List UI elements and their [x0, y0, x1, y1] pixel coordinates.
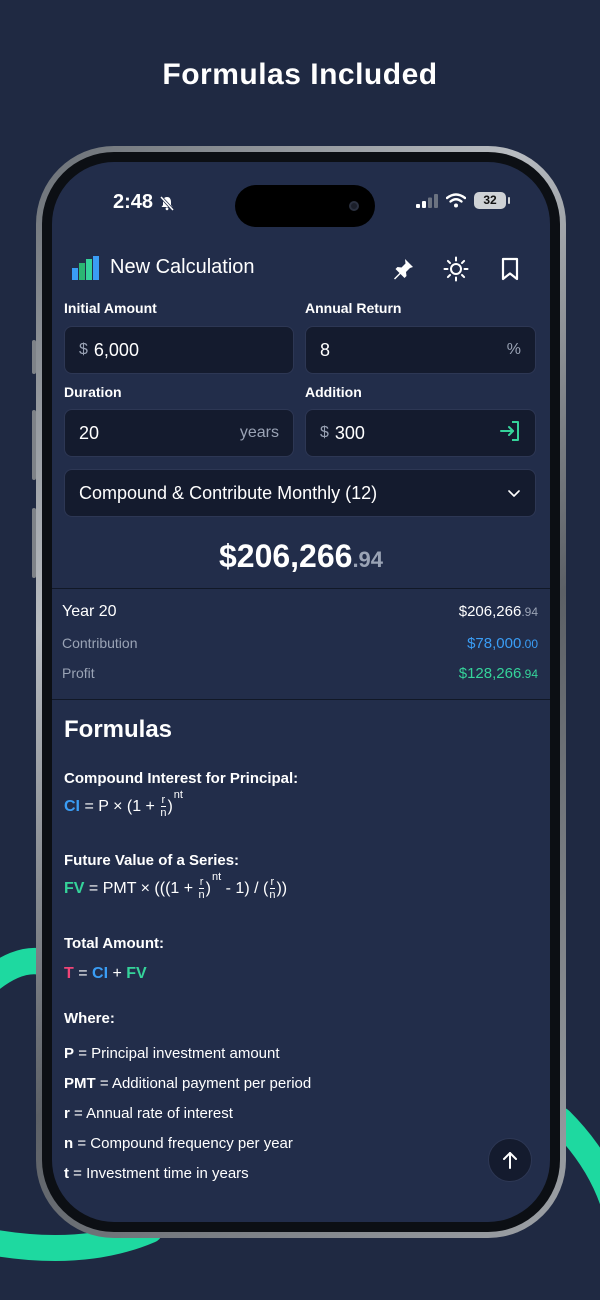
definition-t: t = Investment time in years: [64, 1165, 249, 1182]
definition-p: P = Principal investment amount: [64, 1045, 280, 1062]
year-cents: .94: [521, 605, 538, 619]
scroll-to-top-button[interactable]: [488, 1138, 532, 1182]
annual-return-field[interactable]: 8 %: [305, 326, 536, 374]
fv-title: Future Value of a Series:: [64, 852, 240, 869]
pin-button[interactable]: [388, 254, 418, 284]
bell-slash-icon: [159, 195, 175, 211]
cellular-signal-icon: [416, 193, 438, 208]
add-contribution-button[interactable]: [499, 420, 521, 447]
app-bar: New Calculation: [52, 244, 550, 294]
summary-profit-row: Profit $128,266.94: [62, 665, 538, 682]
ci-title: Compound Interest for Principal:: [64, 770, 299, 787]
total-formula: T = CI + FV: [64, 965, 147, 982]
app-store-screenshot: Formulas Included 2:48 32 New Calculatio…: [0, 0, 600, 1300]
year-value: $206,266: [458, 603, 522, 620]
initial-amount-label: Initial Amount: [64, 300, 157, 316]
definition-r: r = Annual rate of interest: [64, 1105, 233, 1122]
duration-field[interactable]: 20 years: [64, 409, 294, 457]
r-over-n-fraction: rn: [269, 876, 276, 901]
sun-icon: [443, 256, 469, 282]
profit-cents: .94: [521, 667, 538, 681]
contribution-value: $78,000: [467, 635, 522, 652]
r-over-n-fraction: rn: [198, 876, 205, 901]
app-screen: 2:48 32 New Calculation Initial Amount $…: [52, 162, 550, 1222]
pin-icon: [394, 259, 413, 280]
addition-label: Addition: [305, 384, 362, 400]
status-bar: 2:48 32: [52, 162, 550, 228]
app-logo-icon: [72, 256, 99, 280]
initial-amount-value: 6,000: [93, 339, 139, 360]
ci-symbol: CI: [64, 797, 80, 815]
divider: [52, 699, 550, 700]
fv-symbol: FV: [64, 879, 85, 897]
profit-value: $128,266: [458, 665, 522, 682]
compound-frequency-value: Compound & Contribute Monthly (12): [79, 482, 378, 503]
initial-amount-field[interactable]: $ 6,000: [64, 326, 294, 374]
years-suffix: years: [239, 424, 279, 441]
duration-value: 20: [79, 422, 100, 443]
login-arrow-icon: [500, 420, 519, 441]
annual-return-value: 8: [320, 339, 331, 360]
definition-pmt: PMT = Additional payment per period: [64, 1075, 312, 1092]
app-title: New Calculation: [110, 256, 255, 278]
contribution-label: Contribution: [62, 635, 138, 651]
total-amount-title: Total Amount:: [64, 935, 164, 952]
phone-frame: 2:48 32 New Calculation Initial Amount $…: [36, 146, 566, 1238]
bookmark-icon: [501, 257, 519, 281]
clock: 2:48: [113, 191, 154, 213]
duration-label: Duration: [64, 384, 122, 400]
total-amount: $206,266: [218, 538, 353, 574]
theme-toggle-button[interactable]: [441, 254, 471, 284]
headline: Formulas Included: [162, 58, 438, 91]
annual-return-label: Annual Return: [305, 300, 402, 316]
profit-label: Profit: [62, 665, 95, 681]
wifi-icon: [446, 193, 466, 208]
total-cents: .94: [352, 547, 384, 572]
formulas-section: Formulas: [64, 716, 534, 744]
percent-suffix: %: [506, 341, 521, 358]
ci-formula: CI = P × (1 + r n) nt: [64, 788, 183, 820]
chevron-down-icon: [508, 490, 520, 497]
dynamic-island: [235, 185, 375, 227]
year-label: Year 20: [62, 603, 117, 620]
currency-prefix: $: [79, 341, 88, 358]
bookmark-button[interactable]: [495, 254, 525, 284]
where-title: Where:: [64, 1010, 115, 1027]
addition-field[interactable]: $ 300: [305, 409, 536, 457]
total-result: $206,266.94: [52, 538, 550, 575]
currency-prefix: $: [320, 424, 329, 441]
definition-n: n = Compound frequency per year: [64, 1135, 293, 1152]
fv-formula: FV = PMT × (((1 + r n) nt - 1) / (r n)): [64, 870, 288, 902]
summary-contribution-row: Contribution $78,000.00: [62, 635, 538, 652]
arrow-up-icon: [503, 1152, 517, 1169]
r-over-n-fraction: rn: [160, 794, 167, 819]
formulas-heading: Formulas: [64, 716, 173, 743]
compound-frequency-select[interactable]: Compound & Contribute Monthly (12): [64, 469, 536, 517]
battery-indicator: 32: [474, 192, 510, 209]
contribution-cents: .00: [521, 637, 538, 651]
addition-value: 300: [334, 422, 365, 443]
t-symbol: T: [64, 965, 74, 982]
summary-year-row: Year 20 $206,266.94: [62, 603, 538, 621]
divider: [52, 588, 550, 589]
